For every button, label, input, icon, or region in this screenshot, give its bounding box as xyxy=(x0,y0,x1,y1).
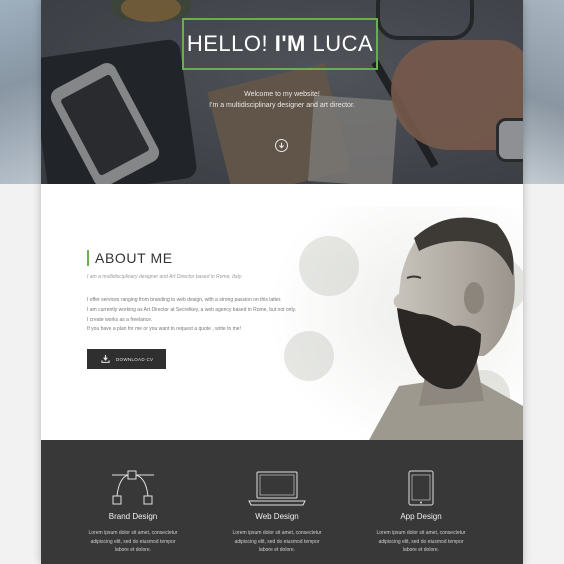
hero-title: HELLO! I'M LUCA xyxy=(187,31,373,57)
website-mockup: HELLO! I'M LUCA Welcome to my website! I… xyxy=(41,0,523,564)
background-left xyxy=(0,184,41,564)
laptop-icon xyxy=(248,471,306,506)
download-icon xyxy=(101,355,110,363)
service-description: Lorem ipsum dolor sit amet, consectetur … xyxy=(351,529,491,555)
scroll-down-button[interactable] xyxy=(275,139,288,152)
arrow-down-icon xyxy=(279,142,284,149)
service-description-line: labore et dolore. xyxy=(258,547,296,553)
hero-title-name: LUCA xyxy=(312,31,374,56)
service-description-line: adipiscing elit, sed do eiusmod tempor xyxy=(90,538,176,545)
background-blur-left xyxy=(0,0,41,184)
hero-title-greeting: HELLO! xyxy=(186,31,269,56)
hero-subtitle-line-2: I'm a multidisciplinary designer and art… xyxy=(209,102,355,109)
service-title: Web Design xyxy=(255,512,299,521)
hero-title-im: I'M xyxy=(274,31,306,56)
about-paragraph-line: I am currently working as Art Director a… xyxy=(87,307,297,313)
service-card-brand-design: Brand Design Lorem ipsum dolor sit amet,… xyxy=(63,470,203,555)
service-title: App Design xyxy=(400,512,442,521)
service-description: Lorem ipsum dolor sit amet, consectetur … xyxy=(207,529,347,555)
service-description-line: adipiscing elit, sed do eiusmod tempor xyxy=(378,538,464,545)
service-description-line: labore et dolore. xyxy=(114,547,152,553)
about-paragraph-line: I offer services ranging from branding t… xyxy=(87,297,282,303)
about-title: ABOUT ME xyxy=(87,250,173,266)
background-blur-right xyxy=(523,0,564,184)
service-description: Lorem ipsum dolor sit amet, consectetur … xyxy=(63,529,203,555)
service-description-line: labore et dolore. xyxy=(402,547,440,553)
about-section: ABOUT ME I am a multidisciplinary design… xyxy=(41,184,523,440)
services-section: Brand Design Lorem ipsum dolor sit amet,… xyxy=(41,440,523,564)
service-description-line: Lorem ipsum dolor sit amet, consectetur xyxy=(376,530,466,536)
about-paragraph-line: I create works as a freelance. xyxy=(87,317,153,323)
service-description-line: Lorem ipsum dolor sit amet, consectetur xyxy=(232,530,322,536)
about-tagline: I am a multidisciplinary designer and Ar… xyxy=(87,274,243,280)
vector-pen-icon xyxy=(112,470,154,505)
about-paragraph-line: If you have a plan for me or you want to… xyxy=(87,326,241,332)
portrait-photo xyxy=(269,206,523,440)
service-description-line: Lorem ipsum dolor sit amet, consectetur xyxy=(88,530,178,536)
service-title: Brand Design xyxy=(108,512,158,521)
service-description-line: adipiscing elit, sed do eiusmod tempor xyxy=(234,538,320,545)
background-right xyxy=(523,184,564,564)
hero-section: HELLO! I'M LUCA Welcome to my website! I… xyxy=(41,0,523,184)
hero-title-box: HELLO! I'M LUCA xyxy=(182,18,378,70)
hero-subtitle-line-1: Welcome to my website! xyxy=(244,91,320,98)
tablet-icon xyxy=(408,470,434,506)
download-cv-button[interactable]: DOWNLOAD CV xyxy=(87,349,166,369)
service-card-app-design: App Design Lorem ipsum dolor sit amet, c… xyxy=(351,470,491,555)
service-card-web-design: Web Design Lorem ipsum dolor sit amet, c… xyxy=(207,470,347,555)
download-cv-label: DOWNLOAD CV xyxy=(116,356,154,362)
